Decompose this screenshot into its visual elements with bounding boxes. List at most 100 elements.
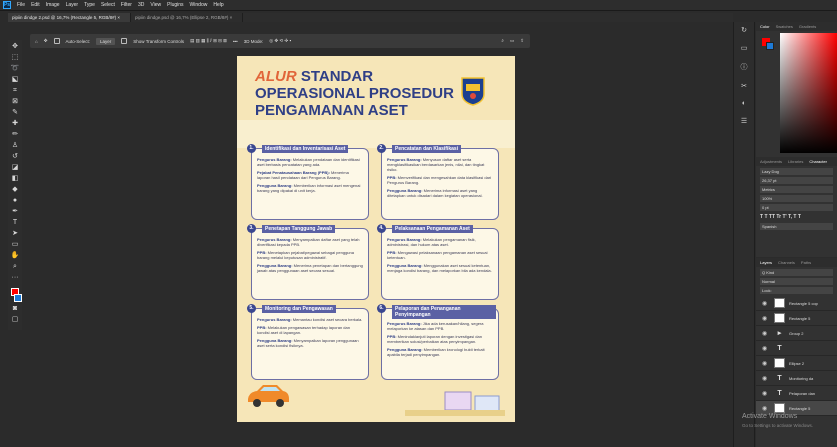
layer-thumbnail: [774, 358, 785, 368]
tab-layers[interactable]: Layers: [760, 260, 772, 265]
menu-window[interactable]: Window: [190, 2, 208, 8]
lasso-tool-icon[interactable]: ➰: [11, 64, 20, 73]
marquee-tool-icon[interactable]: ⬚: [11, 53, 20, 62]
object-select-tool-icon[interactable]: ⬕: [11, 75, 20, 84]
visibility-eye-icon[interactable]: ◉: [762, 390, 770, 397]
rectangle-tool-icon[interactable]: ▭: [11, 240, 20, 249]
menu-plugins[interactable]: Plugins: [167, 2, 183, 8]
menu-edit[interactable]: Edit: [31, 2, 40, 8]
layer-row[interactable]: ◉ T Pelaporan dan: [756, 386, 837, 401]
poster-document[interactable]: ALUR STANDAR OPERASIONAL PROSEDUR PENGAM…: [237, 56, 515, 422]
eyedropper-tool-icon[interactable]: ✎: [11, 108, 20, 117]
background-color-swatch[interactable]: [766, 42, 774, 50]
menu-image[interactable]: Image: [46, 2, 60, 8]
info-icon[interactable]: ⓘ: [741, 62, 748, 72]
character-panel: Adjustments Libraries Character Lazy Dog…: [756, 157, 837, 257]
pen-tool-icon[interactable]: ✒: [11, 207, 20, 216]
tab-color[interactable]: Color: [760, 24, 770, 29]
home-icon[interactable]: ⌂: [35, 39, 38, 44]
zoom-tool-icon[interactable]: ⌕: [11, 262, 20, 271]
layer-row[interactable]: ◉ Rectangle 5: [756, 311, 837, 326]
layer-row[interactable]: ◉ ▸ Group 2: [756, 326, 837, 341]
adjustments-icon[interactable]: ◐: [742, 100, 746, 107]
font-size-field[interactable]: 26,37 pt: [760, 177, 833, 184]
quick-mask-icon[interactable]: ◙: [11, 304, 20, 313]
visibility-eye-icon[interactable]: ◉: [762, 375, 770, 382]
eraser-tool-icon[interactable]: ◪: [11, 163, 20, 172]
tab-adjustments[interactable]: Adjustments: [760, 159, 782, 164]
menu-3d[interactable]: 3D: [138, 2, 144, 8]
dodge-tool-icon[interactable]: ●: [11, 196, 20, 205]
properties-icon[interactable]: ▭: [741, 44, 748, 52]
blend-mode-select[interactable]: Normal: [760, 278, 833, 285]
healing-brush-tool-icon[interactable]: ✚: [11, 119, 20, 128]
visibility-eye-icon[interactable]: ◉: [762, 360, 770, 367]
menu-view[interactable]: View: [150, 2, 161, 8]
visibility-eye-icon[interactable]: ◉: [762, 300, 770, 307]
move-tool-icon[interactable]: ✥: [44, 38, 48, 44]
tab-character[interactable]: Character: [809, 159, 827, 164]
visibility-eye-icon[interactable]: ◉: [762, 345, 770, 352]
vertical-scale-field[interactable]: 100%: [760, 195, 833, 202]
type-style-buttons[interactable]: T T TT Tr T' T, T T: [760, 214, 833, 220]
menu-layer[interactable]: Layer: [66, 2, 79, 8]
layer-row[interactable]: ◉ T Monitoring da: [756, 371, 837, 386]
color-picker-field[interactable]: [780, 33, 837, 153]
role-text: Melakukan pengawasan terhadap laporan da…: [257, 325, 350, 335]
menu-file[interactable]: File: [17, 2, 25, 8]
history-brush-tool-icon[interactable]: ↺: [11, 152, 20, 161]
menu-select[interactable]: Select: [101, 2, 115, 8]
hand-tool-icon[interactable]: ✋: [11, 251, 20, 260]
gradient-tool-icon[interactable]: ◧: [11, 174, 20, 183]
layer-row[interactable]: ◉ T: [756, 341, 837, 356]
tab-swatches[interactable]: Swatches: [776, 24, 793, 29]
step-body: Pengurus Barang: Memantau kondisi aset s…: [257, 317, 363, 348]
layer-filter-kind[interactable]: Q Kind: [760, 269, 833, 276]
baseline-shift-field[interactable]: 0 pt: [760, 204, 833, 211]
path-select-tool-icon[interactable]: ➤: [11, 229, 20, 238]
tab-gradients[interactable]: Gradients: [799, 24, 816, 29]
menu-type[interactable]: Type: [84, 2, 95, 8]
auto-select-checkbox[interactable]: [53, 38, 60, 44]
history-icon[interactable]: ↻: [741, 26, 747, 34]
clone-stamp-tool-icon[interactable]: ♙: [11, 141, 20, 150]
screen-mode-icon[interactable]: ▢: [11, 315, 20, 324]
color-panel-tabs: Color Swatches Gradients: [756, 22, 837, 31]
menu-help[interactable]: Help: [213, 2, 223, 8]
show-transform-checkbox[interactable]: [121, 38, 128, 44]
brush-tool-icon[interactable]: ✏: [11, 130, 20, 139]
tools-preset-icon[interactable]: ✂: [741, 82, 747, 90]
tab-document-1[interactable]: pipiin dindge 2.psd @ 16,7% (Rectangle 5…: [8, 13, 132, 22]
3d-tools-icons[interactable]: ◎ ✥ ⟲ ✣ ▪: [269, 38, 291, 44]
tab-channels[interactable]: Channels: [778, 260, 795, 265]
workspace-icon[interactable]: ▭: [510, 38, 514, 44]
tab-document-2[interactable]: pipiin dindge.psd @ 16,7% (Ellipse 2, RG…: [131, 13, 244, 22]
auto-select-target-dropdown[interactable]: Layer: [96, 37, 116, 45]
paragraph-icon[interactable]: ☰: [741, 117, 747, 125]
kerning-select[interactable]: Metrics: [760, 186, 833, 193]
more-options-icon[interactable]: •••: [233, 39, 238, 44]
move-tool-icon[interactable]: ✥: [11, 42, 20, 51]
background-color-swatch[interactable]: [13, 294, 22, 302]
visibility-eye-icon[interactable]: ◉: [762, 330, 770, 337]
font-family-select[interactable]: Lazy Dog: [760, 168, 833, 175]
layers-panel-tabs: Layers Channels Paths: [756, 258, 837, 267]
search-icon[interactable]: ⌕: [501, 38, 504, 44]
frame-tool-icon[interactable]: ⊠: [11, 97, 20, 106]
layer-row[interactable]: ◉ Ellipse 2: [756, 356, 837, 371]
more-tools-icon[interactable]: ···: [11, 273, 20, 282]
menu-filter[interactable]: Filter: [121, 2, 132, 8]
tab-paths[interactable]: Paths: [801, 260, 811, 265]
visibility-eye-icon[interactable]: ◉: [762, 405, 770, 412]
language-select[interactable]: Spanish: [760, 223, 833, 230]
visibility-eye-icon[interactable]: ◉: [762, 315, 770, 322]
layer-row[interactable]: ◉ Rectangle 5 cop: [756, 296, 837, 311]
tab-libraries[interactable]: Libraries: [788, 159, 803, 164]
type-tool-icon[interactable]: T: [11, 218, 20, 227]
lock-controls[interactable]: Lock:: [760, 287, 833, 294]
layer-name: Group 2: [789, 330, 804, 336]
align-icons[interactable]: ▤ ▥ ▦ ⫼ ⫽ ⊞ ⊟ ⊠: [190, 38, 227, 44]
share-icon[interactable]: ⇪: [520, 38, 524, 44]
blur-tool-icon[interactable]: ◆: [11, 185, 20, 194]
crop-tool-icon[interactable]: ⌗: [11, 86, 20, 95]
